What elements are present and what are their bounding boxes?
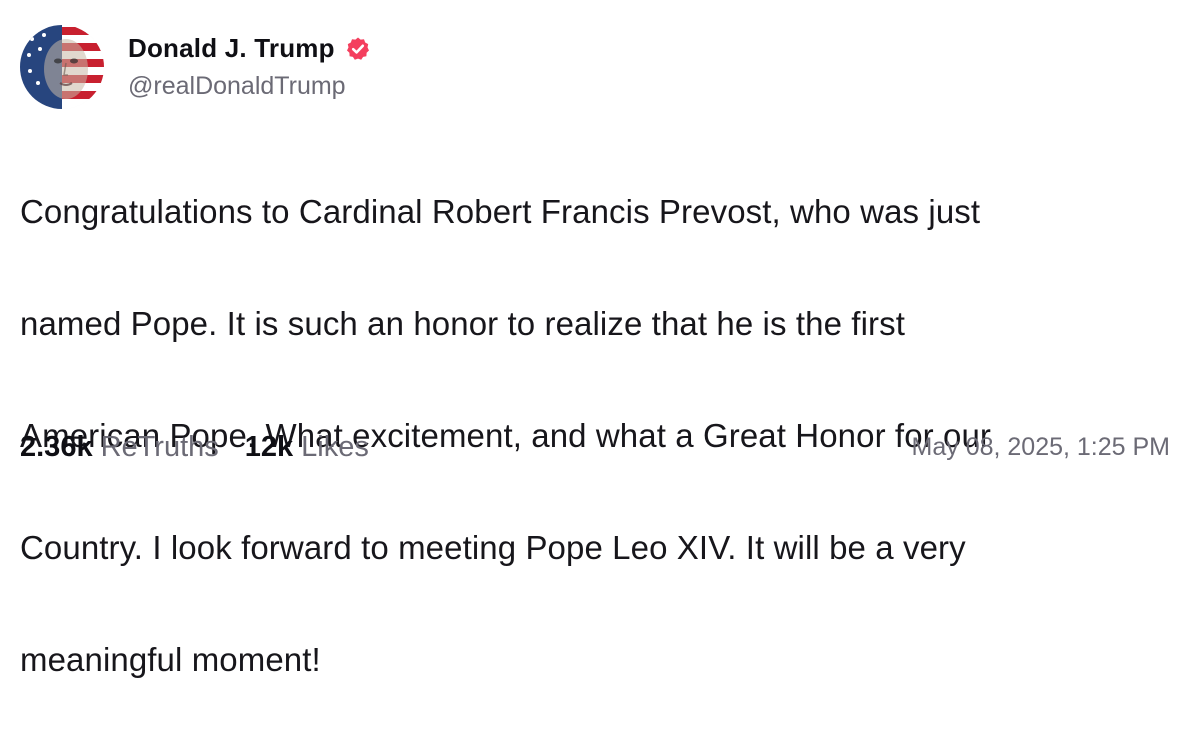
post-line: meaningful moment! (20, 641, 321, 678)
truth-post: Donald J. Trump @realDonaldTrump Congrat… (0, 0, 1200, 678)
author-avatar[interactable] (20, 25, 104, 109)
post-line: Country. I look forward to meeting Pope … (20, 529, 966, 566)
likes-label: Likes (301, 430, 369, 463)
author-identity: Donald J. Trump @realDonaldTrump (128, 33, 371, 101)
post-stats: 2.36k ReTruths 12k Likes (20, 431, 395, 464)
post-line: Congratulations to Cardinal Robert Franc… (20, 193, 981, 230)
post-timestamp[interactable]: May 08, 2025, 1:25 PM (912, 433, 1170, 462)
likes-count: 12k (244, 430, 294, 463)
likes-stat[interactable]: 12k Likes (245, 431, 369, 464)
avatar-portrait-icon (20, 25, 104, 109)
post-header: Donald J. Trump @realDonaldTrump (20, 22, 371, 112)
author-handle[interactable]: @realDonaldTrump (128, 72, 371, 101)
post-footer: 2.36k ReTruths 12k Likes May 08, 2025, 1… (20, 426, 1170, 468)
retruths-count: 2.36k (20, 430, 93, 463)
author-display-name[interactable]: Donald J. Trump (128, 33, 335, 64)
retruths-stat[interactable]: 2.36k ReTruths (20, 431, 219, 464)
name-row: Donald J. Trump (128, 33, 371, 64)
retruths-label: ReTruths (100, 430, 219, 463)
post-line: named Pope. It is such an honor to reali… (20, 305, 905, 342)
verified-badge-icon (345, 36, 371, 62)
